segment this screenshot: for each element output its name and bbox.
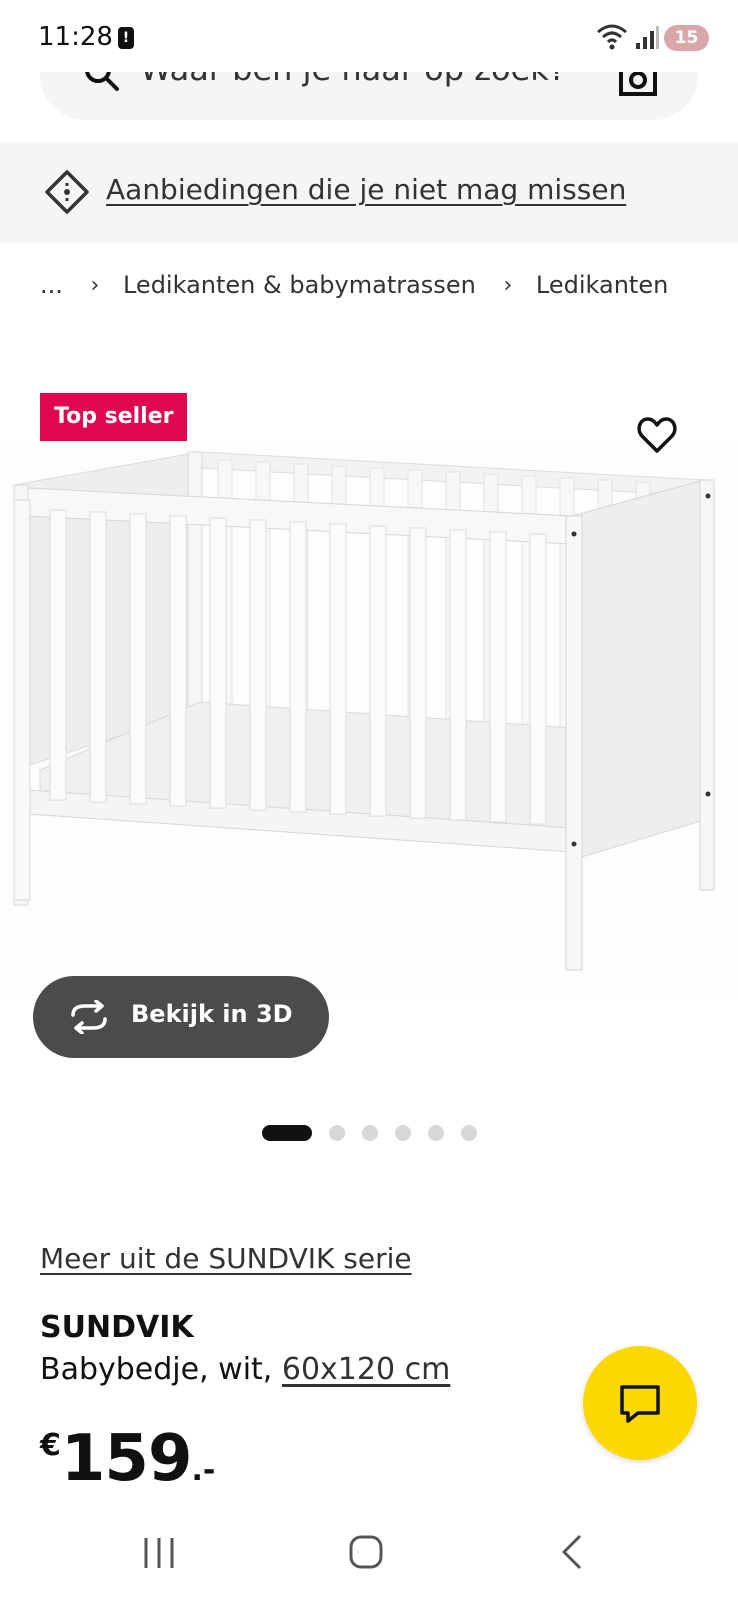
view-in-3d-button[interactable]: Bekijk in 3D — [33, 976, 329, 1058]
carousel-dot[interactable] — [329, 1125, 345, 1141]
price-amount: 159 — [60, 1422, 193, 1496]
breadcrumb: ... › Ledikanten & babymatrassen › Ledik… — [40, 270, 668, 299]
carousel-dot[interactable] — [362, 1125, 378, 1141]
signal-icon — [636, 26, 659, 49]
rotate-3d-icon — [71, 1000, 107, 1034]
product-description-text: Babybedje, wit, — [40, 1352, 282, 1387]
product-name: SUNDVIK — [40, 1310, 194, 1345]
back-icon[interactable] — [560, 1534, 584, 1570]
home-icon[interactable] — [348, 1534, 384, 1570]
system-navigation-bar — [0, 1504, 738, 1600]
crib-image — [0, 440, 738, 1000]
carousel-dot[interactable] — [428, 1125, 444, 1141]
breadcrumb-separator: › — [90, 272, 100, 298]
product-dimensions-link[interactable]: 60x120 cm — [282, 1352, 450, 1387]
breadcrumb-item[interactable]: Ledikanten & babymatrassen — [123, 271, 476, 299]
breadcrumb-separator: › — [503, 272, 513, 298]
product-description: Babybedje, wit, 60x120 cm — [40, 1352, 450, 1387]
battery-indicator: 15 — [664, 25, 709, 51]
status-time: 11:28 — [38, 22, 113, 52]
series-link[interactable]: Meer uit de SUNDVIK serie — [40, 1242, 412, 1275]
product-price: €159.- — [40, 1422, 215, 1496]
wifi-icon — [597, 24, 627, 50]
view-in-3d-label: Bekijk in 3D — [131, 1000, 293, 1028]
price-decimals: .- — [191, 1453, 216, 1488]
product-image[interactable] — [0, 440, 738, 1000]
alert-icon: ! — [118, 27, 134, 49]
recent-apps-icon[interactable] — [142, 1536, 176, 1570]
breadcrumb-item[interactable]: Ledikanten — [536, 271, 668, 299]
heart-icon[interactable] — [636, 414, 678, 456]
carousel-dot[interactable] — [262, 1125, 312, 1141]
tag-icon — [45, 170, 89, 214]
carousel-dot[interactable] — [461, 1125, 477, 1141]
chat-button[interactable] — [583, 1346, 697, 1460]
carousel-indicator — [262, 1123, 492, 1143]
price-currency: € — [40, 1428, 61, 1463]
carousel-dot[interactable] — [395, 1125, 411, 1141]
chat-icon — [620, 1385, 660, 1423]
offers-link[interactable]: Aanbiedingen die je niet mag missen — [106, 173, 626, 206]
breadcrumb-ellipsis[interactable]: ... — [40, 271, 63, 299]
offers-banner[interactable]: Aanbiedingen die je niet mag missen — [0, 143, 738, 243]
top-seller-badge: Top seller — [40, 393, 188, 441]
status-bar: 11:28 ! 15 — [0, 0, 738, 72]
